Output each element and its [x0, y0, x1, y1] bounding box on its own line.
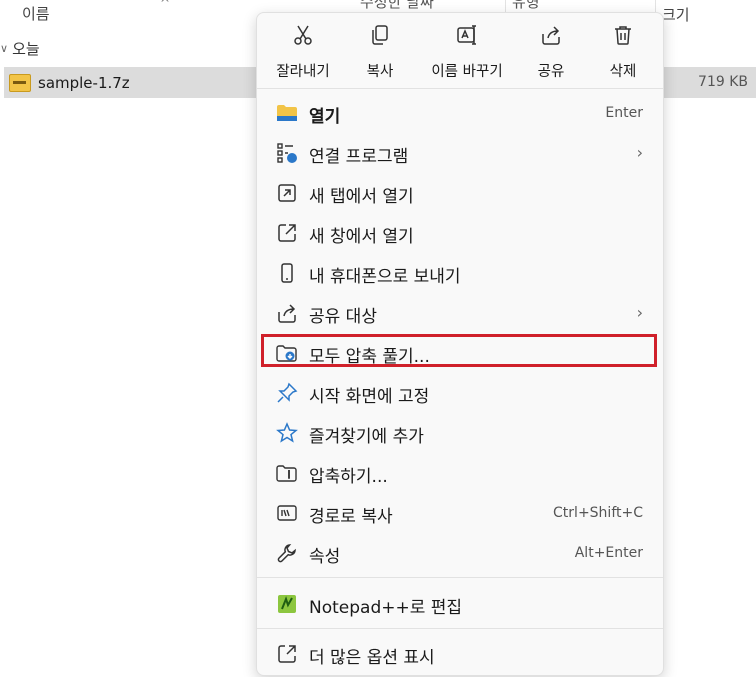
menu-item-label: 모두 압축 풀기...	[309, 347, 430, 367]
menu-item-open-new-tab[interactable]: 새 탭에서 열기	[257, 173, 663, 213]
context-menu: 잘라내기 복사 이름 바꾸기 공유 삭제 열기 Enter 연결 프로그램 › …	[256, 12, 664, 676]
menu-divider	[257, 88, 663, 89]
chevron-right-icon: ›	[636, 303, 643, 322]
zip-folder-icon	[275, 461, 299, 485]
menu-item-label: Notepad++로 편집	[309, 598, 463, 618]
cut-button[interactable]: 잘라내기	[273, 23, 333, 83]
menu-item-label: 연결 프로그램	[309, 147, 409, 167]
shortcut-text: Alt+Enter	[574, 545, 643, 561]
menu-item-label: 속성	[309, 547, 341, 567]
menu-item-label: 공유 대상	[309, 307, 377, 327]
delete-button[interactable]: 삭제	[597, 23, 649, 83]
menu-item-compress[interactable]: 압축하기...	[257, 453, 663, 493]
menu-item-open-new-window[interactable]: 새 창에서 열기	[257, 213, 663, 253]
sort-caret-icon: ^	[160, 0, 171, 10]
column-size[interactable]: 크기	[662, 4, 690, 25]
wrench-icon	[275, 541, 299, 565]
column-name[interactable]: 이름	[22, 3, 50, 24]
menu-item-label: 압축하기...	[309, 467, 388, 487]
group-header-today[interactable]: ∨ 오늘	[0, 38, 40, 59]
menu-item-open-with[interactable]: 연결 프로그램 ›	[257, 133, 663, 173]
menu-item-label: 더 많은 옵션 표시	[309, 648, 435, 668]
more-options-icon	[275, 642, 299, 666]
menu-item-extract-all[interactable]: 모두 압축 풀기...	[257, 333, 663, 373]
copy-button[interactable]: 복사	[354, 23, 406, 83]
menu-item-show-more-options[interactable]: 더 많은 옵션 표시	[257, 634, 663, 674]
external-window-icon	[275, 221, 299, 245]
chevron-right-icon: ›	[636, 143, 643, 162]
group-label: 오늘	[12, 40, 40, 58]
menu-item-label: 시작 화면에 고정	[309, 387, 430, 407]
menu-item-label: 경로로 복사	[309, 507, 393, 527]
extract-icon	[275, 341, 299, 365]
trash-icon	[611, 23, 635, 51]
menu-item-label: 즐겨찾기에 추가	[309, 427, 424, 447]
share-icon	[539, 23, 563, 51]
phone-icon	[275, 261, 299, 285]
menu-item-label: 열기	[309, 107, 341, 127]
menu-item-send-to-phone[interactable]: 내 휴대폰으로 보내기	[257, 253, 663, 293]
notepadpp-icon	[275, 592, 299, 616]
menu-item-share-with[interactable]: 공유 대상 ›	[257, 293, 663, 333]
folder-icon	[275, 101, 299, 125]
menu-item-open[interactable]: 열기 Enter	[257, 93, 663, 133]
menu-item-label: 새 탭에서 열기	[309, 187, 414, 207]
column-type[interactable]: 유형	[512, 0, 540, 12]
column-date[interactable]: 수정한 날짜	[360, 0, 434, 12]
menu-item-add-to-favorites[interactable]: 즐겨찾기에 추가	[257, 413, 663, 453]
share-button[interactable]: 공유	[525, 23, 577, 83]
pin-icon	[275, 381, 299, 405]
menu-item-pin-to-start[interactable]: 시작 화면에 고정	[257, 373, 663, 413]
rename-icon	[455, 23, 479, 51]
star-icon	[275, 421, 299, 445]
share-icon	[275, 301, 299, 325]
apps-icon	[275, 141, 299, 165]
menu-item-properties[interactable]: 속성 Alt+Enter	[257, 533, 663, 573]
file-name: sample-1.7z	[38, 73, 130, 92]
menu-item-label: 내 휴대폰으로 보내기	[309, 267, 461, 287]
context-menu-toolbar: 잘라내기 복사 이름 바꾸기 공유 삭제	[257, 13, 663, 87]
archive-file-icon	[9, 73, 31, 92]
menu-divider	[257, 628, 663, 629]
chevron-down-icon: ∨	[0, 42, 9, 55]
scissors-icon	[291, 23, 315, 51]
menu-item-label: 새 창에서 열기	[309, 227, 414, 247]
path-icon	[275, 501, 299, 525]
menu-item-edit-notepadpp[interactable]: Notepad++로 편집	[257, 584, 663, 624]
copy-icon	[368, 23, 392, 51]
rename-button[interactable]: 이름 바꾸기	[423, 23, 511, 83]
new-tab-icon	[275, 181, 299, 205]
file-size: 719 KB	[698, 74, 748, 90]
menu-divider	[257, 577, 663, 578]
shortcut-text: Enter	[605, 105, 643, 121]
shortcut-text: Ctrl+Shift+C	[553, 505, 643, 521]
menu-item-copy-as-path[interactable]: 경로로 복사 Ctrl+Shift+C	[257, 493, 663, 533]
